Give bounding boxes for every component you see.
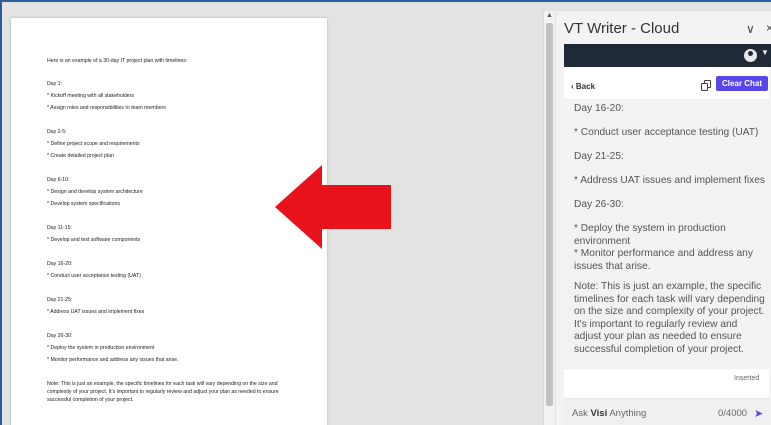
message-line: * Deploy the system in production enviro… — [574, 223, 753, 272]
doc-line: Day 16-20: — [47, 261, 73, 267]
message-line: * Address UAT issues and implement fixes — [574, 175, 766, 186]
chevron-down-icon[interactable]: ∨ — [746, 22, 755, 36]
doc-line: * Design and develop system architecture — [47, 189, 143, 195]
message-line: Day 16-20: — [574, 103, 624, 114]
document-scrollbar[interactable]: ▲ — [543, 11, 555, 425]
doc-line: * Deploy the system in production enviro… — [47, 345, 155, 351]
doc-line: Day 1: — [47, 81, 62, 87]
doc-note: Note: This is just an example, the speci… — [47, 381, 279, 403]
user-icon[interactable] — [744, 49, 757, 62]
ask-brand: Visi — [590, 408, 608, 419]
message-line: Day 26-30: — [574, 199, 624, 210]
account-bar: ▼ — [564, 44, 771, 67]
assistant-panel: VT Writer - Cloud ∨ × ▼ ‹ Back Clear Cha… — [556, 11, 771, 425]
doc-line: Day 6-10: — [47, 177, 70, 183]
doc-line: * Conduct user acceptance testing (UAT) — [47, 273, 141, 279]
doc-line: * Assign roles and responsibilities to t… — [47, 105, 166, 111]
close-icon[interactable]: × — [766, 21, 771, 35]
doc-intro: Here is an example of a 30-day IT projec… — [47, 58, 188, 64]
caret-down-icon[interactable]: ▼ — [761, 48, 769, 57]
ask-input[interactable]: Ask Visi Anything 0/4000 ➤ — [564, 398, 769, 425]
doc-line: Day 21-25: — [47, 297, 73, 303]
app-window: Here is an example of a 30-day IT projec… — [0, 0, 771, 425]
chat-card: ‹ Back Clear Chat Day 16-20: * Conduct u… — [564, 67, 769, 425]
send-icon[interactable]: ➤ — [754, 407, 763, 420]
doc-line: * Monitor performance and address any is… — [47, 357, 179, 363]
doc-line: Day 2-5: — [47, 129, 67, 135]
panel-title: VT Writer - Cloud — [564, 20, 680, 37]
doc-line: * Define project scope and requirements — [47, 141, 140, 147]
doc-line: * Develop and test software components — [47, 237, 141, 243]
ask-placeholder: Ask Visi Anything — [572, 408, 647, 419]
doc-line: * Address UAT issues and implement fixes — [47, 309, 145, 315]
clear-chat-button[interactable]: Clear Chat — [716, 76, 768, 91]
copy-icon[interactable] — [701, 80, 711, 91]
scrollbar-thumb[interactable] — [546, 23, 553, 406]
message-note: Note: This is just an example, the speci… — [574, 281, 765, 355]
message-line: * Conduct user acceptance testing (UAT) — [574, 127, 759, 138]
doc-line: Day 11-15: — [47, 225, 72, 231]
doc-line: Day 26-30: — [47, 333, 73, 339]
red-arrow-icon — [275, 165, 391, 249]
chat-message: Day 16-20: * Conduct user acceptance tes… — [564, 99, 769, 369]
back-button[interactable]: ‹ Back — [571, 82, 595, 91]
char-count: 0/4000 — [718, 408, 748, 419]
doc-line: * Kickoff meeting with all stakeholders — [47, 93, 134, 99]
status-text: Inserted — [734, 375, 760, 382]
doc-line: * Develop system specifications — [47, 201, 120, 207]
message-line: Day 21-25: — [574, 151, 624, 162]
doc-line: * Create detailed project plan — [47, 153, 114, 159]
scroll-up-icon[interactable]: ▲ — [546, 12, 553, 19]
